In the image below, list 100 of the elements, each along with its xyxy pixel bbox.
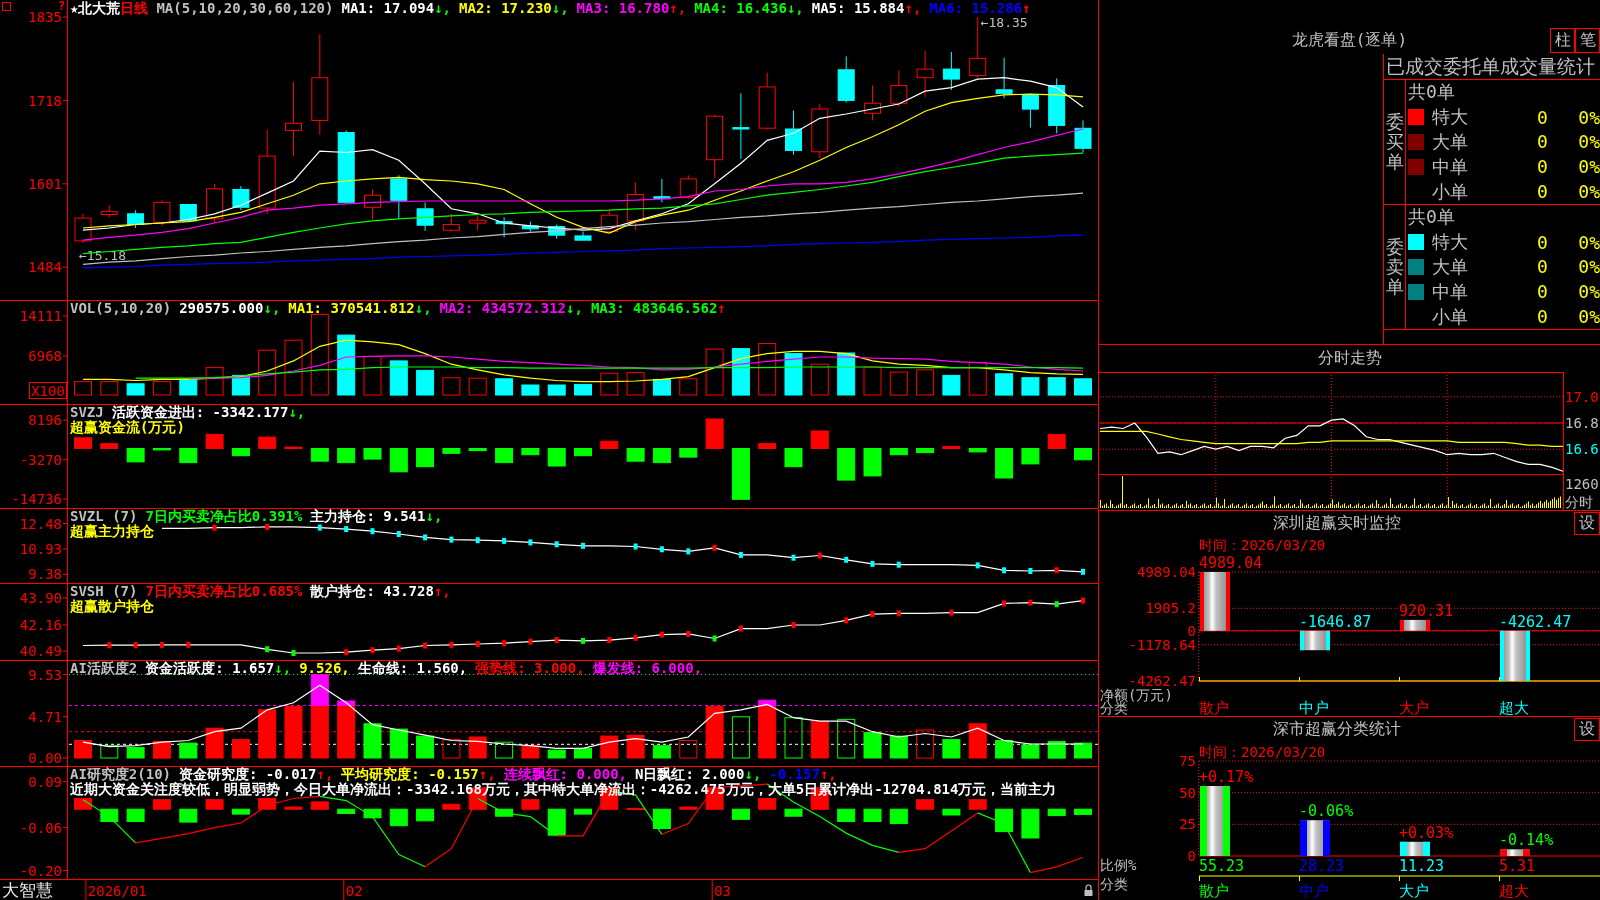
settings-button[interactable]: 设	[1574, 718, 1600, 741]
change-marker	[844, 556, 849, 563]
change-marker	[659, 546, 664, 553]
change-label: +0.03%	[1399, 823, 1454, 842]
order-count: 0	[1537, 181, 1548, 203]
indicator-text: -0.157	[769, 767, 820, 782]
research-bar	[495, 808, 514, 817]
order-total: 共0单	[1407, 205, 1455, 230]
fund-flow-bar	[731, 448, 750, 500]
candle	[995, 57, 1013, 99]
fund-flow-bar	[652, 448, 671, 464]
panel-title: 分时走势	[1317, 347, 1382, 369]
order-percent: 0%	[1578, 181, 1600, 203]
candle	[916, 50, 934, 98]
indicator-text: 资金研究度: -0.017	[179, 767, 317, 782]
research-bar	[837, 808, 856, 822]
order-count: 0	[1537, 231, 1548, 253]
research-bar	[784, 808, 803, 817]
indicator-text: ★北大荒	[70, 1, 121, 16]
fund-flow-bar	[889, 448, 908, 456]
change-marker	[817, 552, 822, 559]
fund-flow-bar	[152, 448, 171, 451]
net-amount-bar	[1300, 630, 1330, 651]
candle	[732, 92, 750, 160]
order-count: 0	[1537, 156, 1548, 178]
indicator-text: 7日内买卖净占比0.685%	[145, 584, 303, 599]
change-marker	[1054, 567, 1059, 574]
indicator-text: MA1: 17.094	[341, 1, 435, 16]
settings-button[interactable]: 设	[1574, 512, 1600, 535]
axis-label: -3270	[19, 451, 62, 468]
net-amount-bar	[1500, 630, 1530, 681]
indicator-text: MA2: 17.230	[459, 1, 552, 16]
fund-flow-bar	[363, 448, 382, 460]
research-bar	[652, 808, 671, 829]
axis-label: 1718	[28, 92, 62, 109]
trend-arrow: ↓,	[744, 767, 762, 782]
change-marker	[449, 641, 454, 648]
fund-flow-bar	[468, 448, 487, 452]
change-marker	[159, 641, 164, 648]
change-marker	[554, 541, 559, 548]
indicator-text: 7日内买卖净占比0.391%	[145, 509, 303, 524]
axis-label: -1178.64	[1128, 636, 1196, 653]
ratio-bar	[1400, 841, 1430, 856]
change-marker	[896, 610, 901, 617]
fund-flow-bar	[679, 448, 698, 458]
candle	[521, 221, 539, 233]
change-marker	[633, 543, 638, 550]
fund-flow-bar	[574, 448, 592, 457]
candle	[600, 209, 618, 233]
trend-arrow: ↑,	[433, 584, 451, 599]
research-bar	[152, 799, 171, 810]
fund-flow-bar	[100, 443, 119, 449]
axis-label: 10.93	[19, 541, 62, 557]
fund-flow-bar	[231, 448, 250, 457]
change-marker	[212, 524, 217, 531]
date-label: 02	[345, 883, 363, 899]
axis-label: 1260	[1565, 476, 1599, 492]
fund-flow-bar	[758, 443, 777, 449]
toggle-button[interactable]: 笔	[1575, 28, 1600, 53]
change-marker	[581, 542, 585, 549]
axis-title: 比例%	[1100, 857, 1137, 873]
candle	[574, 231, 592, 241]
trend-arrow: ↑,	[819, 767, 837, 782]
indicator-text: 平均研究度: -0.157	[341, 767, 479, 782]
axis-label: 9.38	[28, 566, 62, 583]
value-label: 28.23	[1299, 857, 1345, 875]
axis-label: 42.16	[19, 617, 62, 633]
candle	[837, 55, 855, 104]
research-bar	[942, 808, 961, 816]
indicator-text: 主力持仓: 9.541	[310, 509, 426, 524]
order-size-label: 大单	[1432, 255, 1468, 279]
category-label: 中户	[1299, 882, 1329, 899]
change-marker	[738, 551, 743, 558]
change-marker	[870, 560, 875, 567]
research-bar	[1021, 808, 1040, 839]
research-bar	[626, 808, 645, 811]
candle	[785, 110, 802, 156]
time-label: 时间：2026/03/20	[1199, 537, 1326, 553]
change-marker	[1081, 568, 1085, 575]
change-marker	[1054, 601, 1059, 608]
candle	[179, 203, 197, 223]
value-label: 920.31	[1399, 601, 1454, 620]
indicator-text: MA4: 16.436	[694, 1, 787, 16]
toggle-button[interactable]: 柱	[1550, 28, 1575, 53]
trend-arrow: ↓,	[288, 405, 306, 420]
indicator-text: MA(5,10,20,30,60,120)	[156, 1, 334, 16]
candle	[442, 213, 460, 233]
change-marker	[633, 634, 638, 641]
change-marker	[370, 528, 375, 535]
axis-label: 16.8	[1565, 415, 1599, 431]
research-bar	[995, 808, 1014, 833]
indicator-text: SVZL (7)	[70, 509, 138, 524]
change-marker	[370, 647, 375, 654]
change-marker	[528, 539, 533, 546]
change-marker	[423, 642, 428, 649]
order-size-label: 特大	[1432, 105, 1468, 130]
panel-title: 深市超赢分类统计	[1271, 718, 1402, 740]
fund-flow-bar	[389, 448, 408, 473]
table-title: 已成交委托单成交量统计	[1384, 54, 1600, 80]
order-total: 共0单	[1407, 80, 1455, 105]
